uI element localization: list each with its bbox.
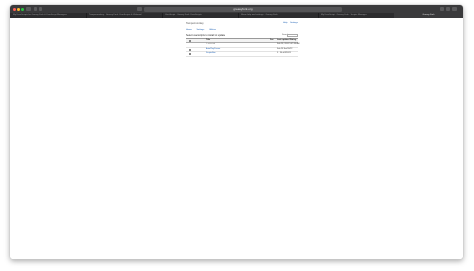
scripts-table: Title Fav Last updated Rating 1 selected… (186, 38, 300, 57)
script-manager-panel: Tampermonkey Help Settings Home Settings… (186, 22, 300, 62)
tab-utilities[interactable]: Utilities (209, 29, 216, 31)
column-header-fav[interactable]: Fav (270, 39, 273, 42)
help-link[interactable]: Help (283, 22, 288, 24)
page-content: Tampermonkey Help Settings Home Settings… (10, 18, 463, 259)
manager-tabs: Home Settings Utilities (186, 29, 220, 31)
back-icon[interactable] (34, 7, 37, 11)
privacy-shield-icon[interactable] (137, 7, 142, 11)
address-bar[interactable]: greasyfork.org (144, 6, 342, 12)
desktop-background: greasyfork.org My UserScripts for Greasy… (0, 0, 474, 271)
brand-label: Tampermonkey (186, 22, 204, 25)
row-subtitle: 1 selected (206, 43, 216, 46)
forward-icon[interactable] (39, 7, 42, 11)
sidebar-toggle-icon[interactable] (26, 7, 31, 11)
row-updated: Feb 28, 2024 5:47:40 AM (277, 43, 300, 46)
tab-overview-icon[interactable] (452, 7, 457, 11)
row-updated: 5 · 34 d/4/202/1 (277, 52, 292, 55)
address-bar-text: greasyfork.org (233, 6, 253, 11)
table-row[interactable]: ScriptsBox 5 · 34 d/4/202/1 (186, 52, 298, 57)
row-updated: Feb 28 Sat/20/22 (277, 47, 293, 50)
minimize-window-button[interactable] (17, 7, 20, 11)
share-icon[interactable] (440, 7, 444, 11)
header-links: Help Settings (281, 22, 298, 24)
browser-window: greasyfork.org My UserScripts for Greasy… (10, 5, 463, 259)
row-checkbox[interactable] (189, 48, 191, 51)
row-title-link[interactable]: AutoPlayPauser (206, 48, 220, 51)
select-label: Select userscripts to install or update (186, 34, 226, 37)
tab-home[interactable]: Home (186, 29, 192, 31)
row-checkbox[interactable] (189, 52, 191, 55)
search-area: Search (282, 34, 298, 37)
select-all-checkbox[interactable] (189, 39, 191, 42)
maximize-window-button[interactable] (21, 7, 24, 11)
column-header-updated[interactable]: Last updated (277, 39, 289, 42)
row-title-link[interactable]: ScriptsBox (206, 52, 216, 55)
close-window-button[interactable] (13, 7, 16, 11)
column-header-title[interactable]: Title (206, 39, 210, 42)
browser-titlebar: greasyfork.org (10, 5, 463, 13)
new-tab-icon[interactable] (446, 7, 450, 11)
tab-settings[interactable]: Settings (196, 29, 204, 31)
column-header-rating[interactable]: Rating (290, 39, 296, 42)
settings-link[interactable]: Settings (290, 22, 298, 24)
search-input[interactable] (287, 34, 298, 37)
